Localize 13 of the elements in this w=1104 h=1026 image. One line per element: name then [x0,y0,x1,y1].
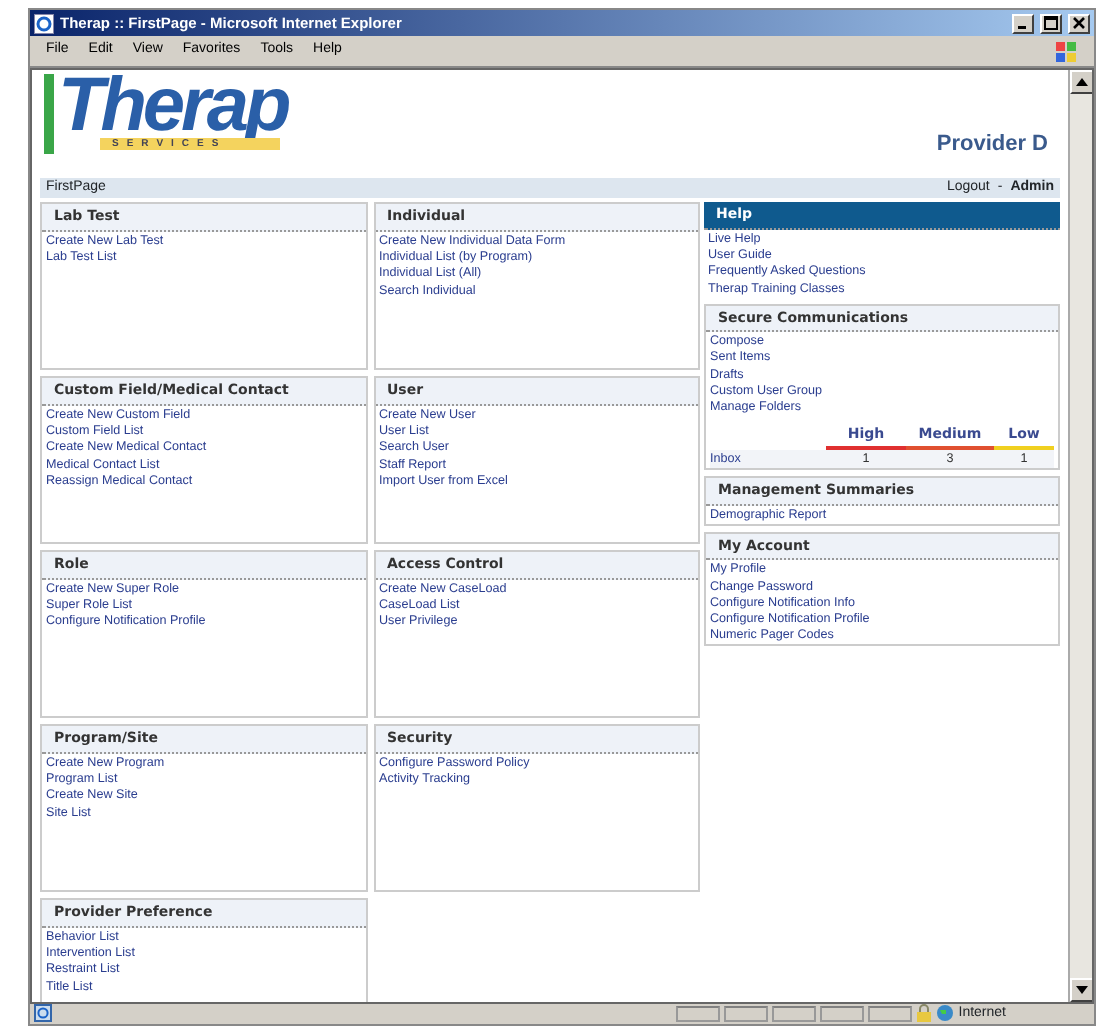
page-icon [34,1004,52,1023]
provider-name: Provider D [936,130,1048,161]
windows-flag-icon [1054,39,1078,63]
lock-icon [916,1004,933,1023]
maximize-button[interactable] [1040,13,1062,34]
globe-icon [936,1004,955,1023]
maximize-icon [1044,15,1058,30]
close-button[interactable] [1068,13,1090,34]
down-arrow-icon[interactable] [1076,985,1088,994]
close-icon [1072,15,1086,30]
minimize-button[interactable] [1012,13,1034,34]
up-arrow-icon[interactable] [1076,77,1088,86]
browser-icon [34,13,54,34]
